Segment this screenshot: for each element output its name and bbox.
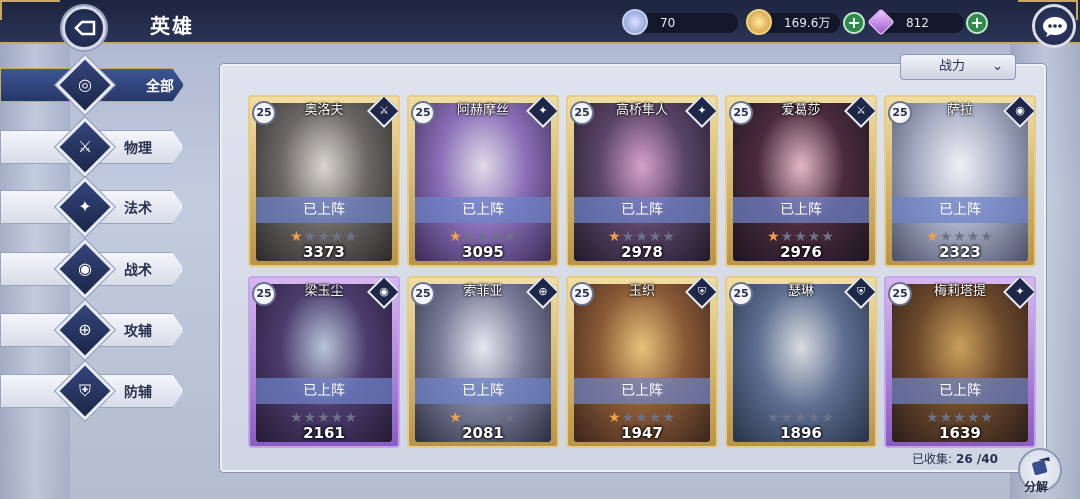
sidebar-item-tactics[interactable]: ◉ 战术: [0, 239, 188, 299]
page-title: 英雄: [150, 14, 194, 38]
frame-ornament: [0, 0, 60, 20]
sort-label: 战力: [939, 59, 966, 74]
sort-dropdown[interactable]: 战力 ⌄: [900, 54, 1016, 80]
sidebar-item-label: 防辅: [124, 385, 152, 401]
deployed-status: 已上阵: [256, 197, 392, 223]
all-ring-icon: ◎: [78, 75, 92, 94]
gold-value: 169.6万: [784, 16, 831, 30]
deployed-status: 已上阵: [892, 197, 1028, 223]
sword-icon: ⚔: [77, 137, 93, 156]
attack-support-icon: ⊕: [78, 320, 92, 339]
attack-support-icon: ⊕: [538, 285, 548, 298]
hero-power: 1947: [621, 424, 663, 442]
shield-icon: ⛨: [697, 285, 707, 298]
hero-card[interactable]: 25 阿赫摩丝 ✦ 已上阵 ★★★★★ 3095: [407, 95, 559, 267]
deployed-status: 已上阵: [574, 197, 710, 223]
hero-card[interactable]: 25 爱葛莎 ⚔ 已上阵 ★★★★★ 2976: [725, 95, 877, 267]
eye-icon: ◉: [1015, 104, 1025, 117]
hero-card[interactable]: 25 梁玉尘 ◉ 已上阵 ★★★★★ 2161: [248, 276, 400, 448]
hero-card[interactable]: 25 瑟琳 ⛨ ★★★★★ 1896: [725, 276, 877, 448]
hero-power: 1639: [939, 424, 981, 442]
magic-icon: ✦: [1015, 285, 1025, 298]
hero-card[interactable]: 25 玉织 ⛨ 已上阵 ★★★★★ 1947: [566, 276, 718, 448]
magic-icon: ✦: [78, 197, 92, 216]
sidebar-item-physical[interactable]: ⚔ 物理: [0, 117, 188, 177]
sword-icon: ⚔: [856, 104, 866, 117]
collected-count: 已收集: 26 /40: [912, 450, 998, 467]
deployed-status: 已上阵: [256, 378, 392, 404]
add-diamond-button[interactable]: +: [966, 12, 988, 34]
energy-value: 70: [660, 16, 676, 30]
add-gold-button[interactable]: +: [843, 12, 865, 34]
diamond-value: 812: [906, 16, 929, 30]
hero-power: 2323: [939, 243, 981, 261]
collected-value: 26 /40: [956, 452, 999, 466]
sidebar-item-label: 攻辅: [124, 324, 152, 340]
sidebar-item-label: 战术: [124, 263, 152, 279]
energy-orb-icon: [622, 9, 648, 35]
sidebar-item-label: 法术: [124, 201, 152, 217]
sidebar-item-label: 物理: [124, 141, 152, 157]
hero-power: 2161: [303, 424, 345, 442]
back-arrow-icon: [74, 20, 96, 36]
sidebar-item-label: 全部: [146, 79, 174, 95]
decompose-label[interactable]: 分解: [1024, 478, 1048, 495]
chat-button[interactable]: [1032, 4, 1076, 48]
magic-icon: ✦: [538, 104, 548, 117]
eye-icon: ◉: [379, 285, 389, 298]
deployed-status: 已上阵: [892, 378, 1028, 404]
hero-power: 3373: [303, 243, 345, 261]
back-button[interactable]: [62, 6, 106, 50]
hero-power: 2978: [621, 243, 663, 261]
magic-icon: ✦: [697, 104, 707, 117]
deployed-status: 已上阵: [733, 197, 869, 223]
deployed-status: 已上阵: [574, 378, 710, 404]
hero-card[interactable]: 25 梅莉塔提 ✦ 已上阵 ★★★★★ 1639: [884, 276, 1036, 448]
sidebar-item-defense-support[interactable]: ⛨ 防辅: [0, 361, 188, 421]
deployed-status: 已上阵: [415, 378, 551, 404]
chat-bubble-icon: [1043, 17, 1067, 37]
collected-label: 已收集:: [912, 452, 953, 466]
hero-power: 1896: [780, 424, 822, 442]
sidebar-item-attack-support[interactable]: ⊕ 攻辅: [0, 300, 188, 360]
sidebar-item-magic[interactable]: ✦ 法术: [0, 177, 188, 237]
sword-icon: ⚔: [379, 104, 389, 117]
resource-energy: 70: [622, 9, 738, 35]
gold-coin-icon: [746, 9, 772, 35]
shield-icon: ⛨: [78, 381, 91, 400]
eye-icon: ◉: [78, 259, 92, 278]
hero-card[interactable]: 25 萨拉 ◉ 已上阵 ★★★★★ 2323: [884, 95, 1036, 267]
decompose-icon: [1032, 457, 1050, 476]
hero-card[interactable]: 25 索菲亚 ⊕ 已上阵 ★★★★★ 2081: [407, 276, 559, 448]
hero-card[interactable]: 25 奥洛夫 ⚔ 已上阵 ★★★★★ 3373: [248, 95, 400, 267]
hero-power: 2976: [780, 243, 822, 261]
resource-gold: 169.6万: [746, 9, 840, 35]
hero-power: 2081: [462, 424, 504, 442]
resource-diamond: 812: [867, 8, 964, 36]
deployed-status: 已上阵: [415, 197, 551, 223]
hero-power: 3095: [462, 243, 504, 261]
hero-card[interactable]: 25 高桥隼人 ✦ 已上阵 ★★★★★ 2978: [566, 95, 718, 267]
chevron-down-icon: ⌄: [992, 59, 1003, 74]
sidebar-item-all[interactable]: ◎ 全部: [0, 55, 188, 115]
shield-icon: ⛨: [856, 285, 866, 298]
